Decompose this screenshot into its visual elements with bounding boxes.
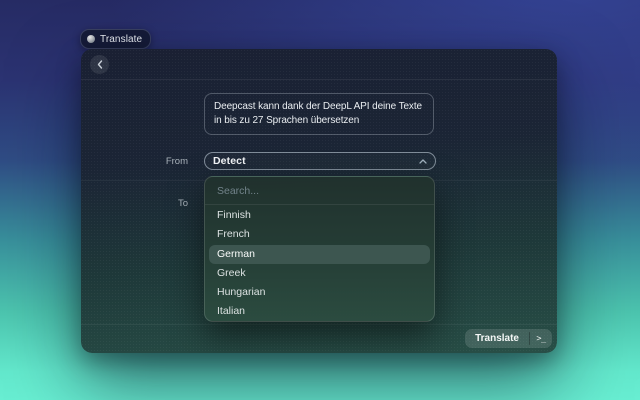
translate-window: Deepcast kann dank der DeepL API deine T… <box>81 49 557 353</box>
launcher-pill-label: Translate <box>100 34 142 45</box>
from-label: From <box>111 156 188 167</box>
language-search-input[interactable] <box>217 185 422 197</box>
translate-button[interactable]: Translate <box>465 329 529 348</box>
language-option-finnish[interactable]: Finnish <box>205 206 434 225</box>
from-language-value: Detect <box>213 155 419 167</box>
from-language-select[interactable]: Detect <box>204 152 436 170</box>
language-search-row <box>205 177 434 205</box>
chevron-left-icon <box>97 60 103 69</box>
back-button[interactable] <box>90 55 109 74</box>
action-bar-divider <box>81 324 557 325</box>
terminal-icon[interactable]: >_ <box>530 329 552 348</box>
header-divider <box>81 79 557 80</box>
primary-action-group[interactable]: Translate >_ <box>465 329 552 348</box>
language-option-german[interactable]: German <box>209 245 430 264</box>
translate-text-input[interactable]: Deepcast kann dank der DeepL API deine T… <box>204 93 434 135</box>
language-option-list: Finnish French German Greek Hungarian It… <box>205 205 434 322</box>
to-label: To <box>111 198 188 209</box>
launcher-pill[interactable]: Translate <box>80 29 151 49</box>
desktop-background: Translate Deepcast kann dank der DeepL A… <box>0 0 640 400</box>
language-dropdown-panel: Finnish French German Greek Hungarian It… <box>204 176 435 322</box>
language-option-hungarian[interactable]: Hungarian <box>205 283 434 302</box>
chevron-up-icon <box>419 159 427 164</box>
language-option-italian[interactable]: Italian <box>205 302 434 321</box>
extension-icon <box>87 35 95 43</box>
language-option-greek[interactable]: Greek <box>205 264 434 283</box>
language-option-french[interactable]: French <box>205 225 434 244</box>
